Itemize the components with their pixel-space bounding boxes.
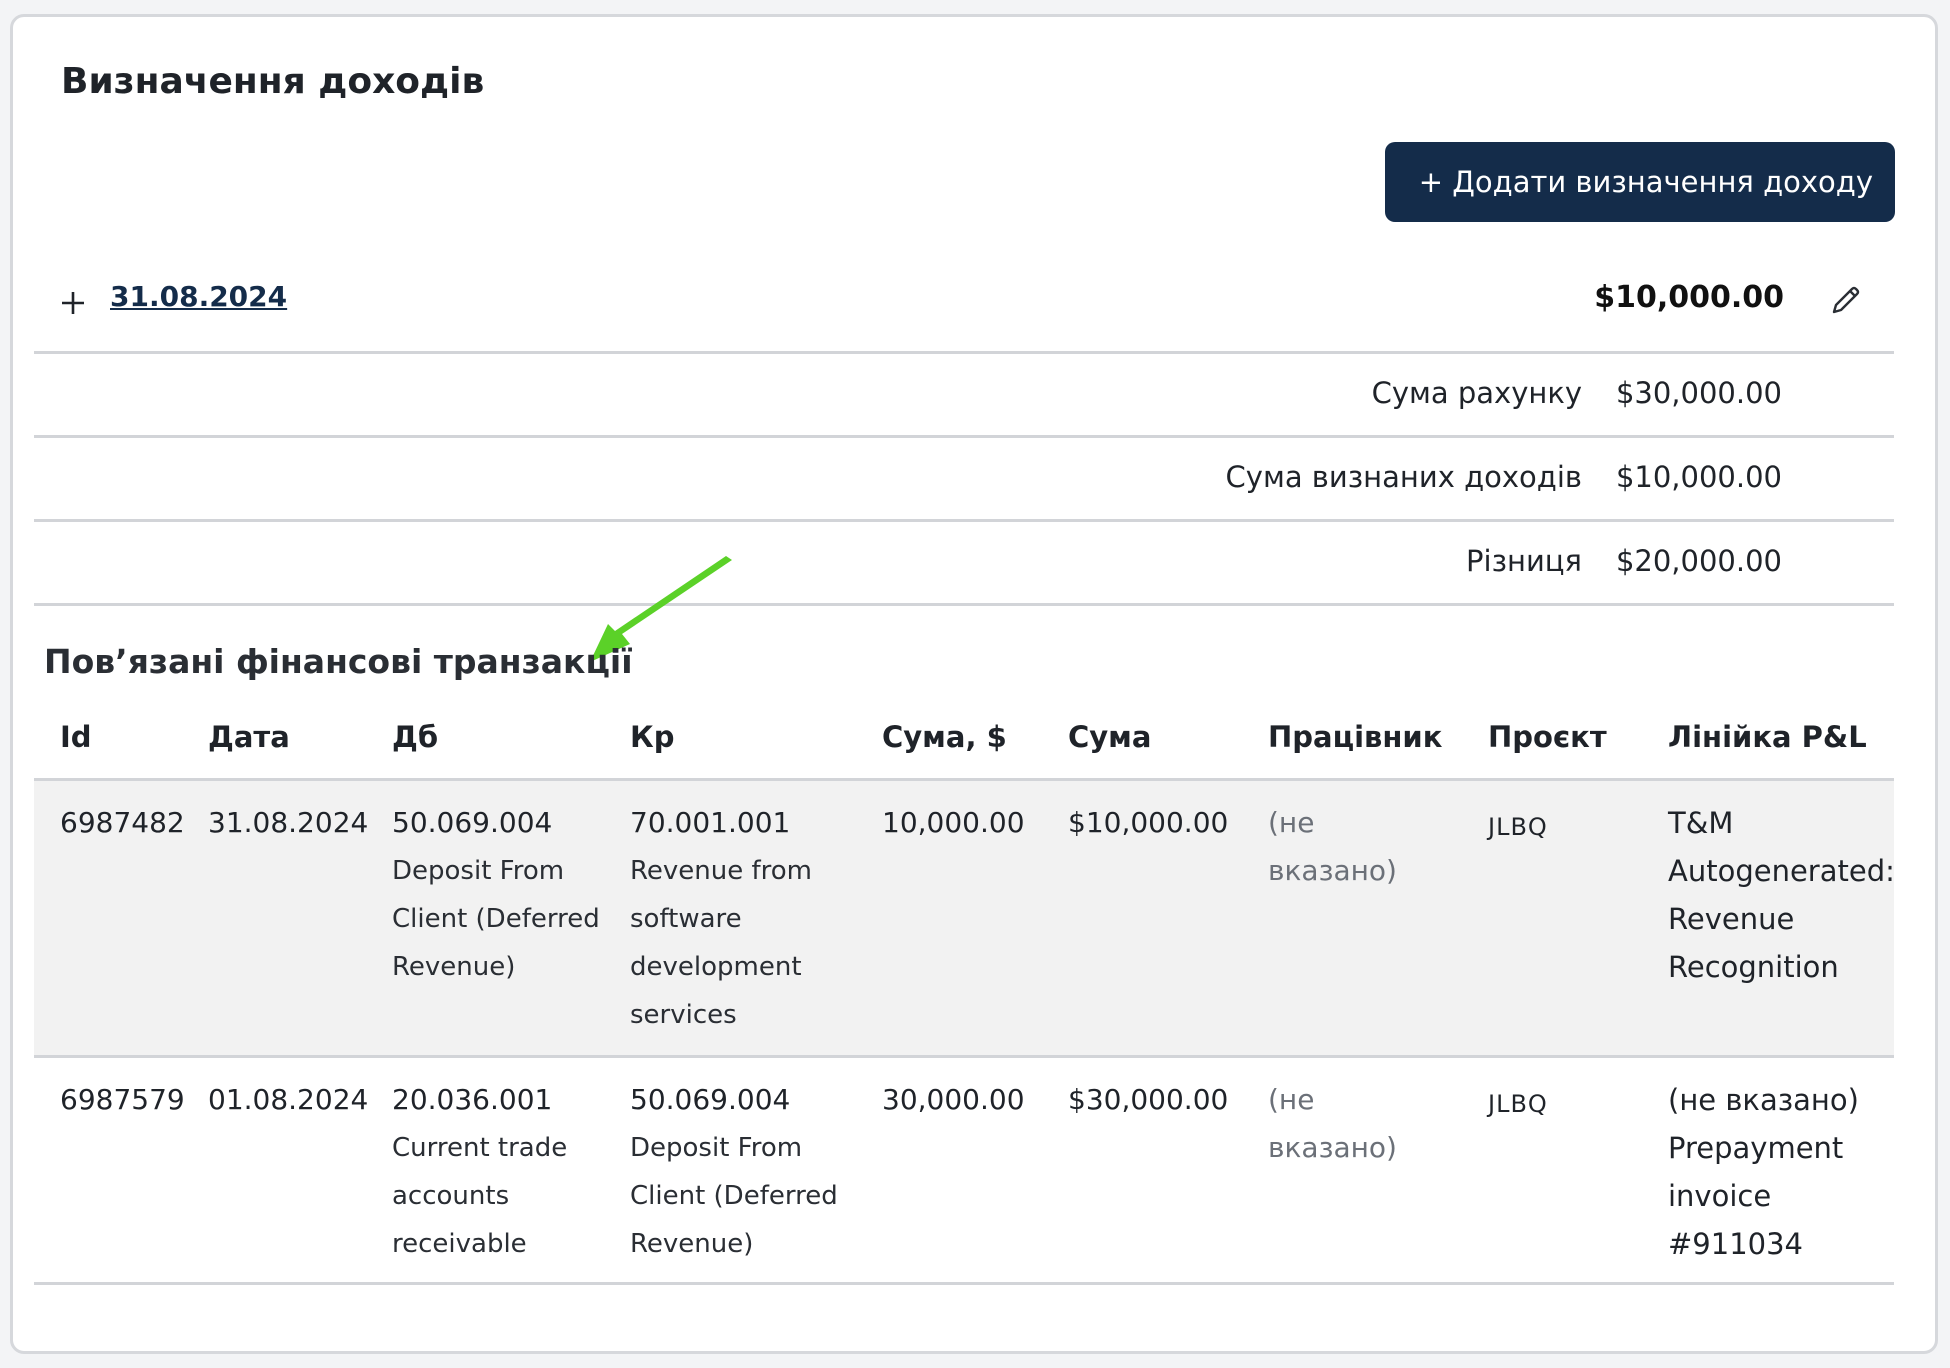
summary-row-invoice-total: Сума рахунку $30,000.00 bbox=[34, 354, 1894, 434]
transactions-header-row: Id Дата Дб Кр Сума, $ Сума Працівник Про… bbox=[34, 710, 1894, 780]
summary-label: Сума визнаних доходів bbox=[1225, 460, 1582, 494]
transactions-title: Пов’язані фінансові транзакції bbox=[44, 642, 633, 681]
cell-amount: $30,000.00 bbox=[1068, 1083, 1229, 1116]
add-revenue-recognition-button[interactable]: + Додати визначення доходу bbox=[1384, 142, 1895, 222]
divider bbox=[34, 1282, 1894, 1285]
pl-line-value: (не вказано) bbox=[1668, 1083, 1859, 1117]
summary-value: $20,000.00 bbox=[1615, 544, 1782, 578]
pl-line-note: Prepayment invoice #911034 bbox=[1668, 1131, 1844, 1261]
cell-project: JLBQ bbox=[1488, 813, 1548, 841]
table-row[interactable]: 6987482 31.08.2024 50.069.004 Deposit Fr… bbox=[34, 781, 1895, 1055]
column-header-project[interactable]: Проєкт bbox=[1488, 720, 1607, 754]
cell-amount: $10,000.00 bbox=[1068, 806, 1229, 839]
cell-pl-line: T&M Autogenerated: Revenue Recognition bbox=[1668, 799, 1895, 991]
cell-credit: 70.001.001 Revenue from software develop… bbox=[630, 799, 850, 1039]
cell-id: 6987482 bbox=[60, 806, 185, 839]
credit-name: Revenue from software development servic… bbox=[630, 856, 812, 1030]
page-title: Визначення доходів bbox=[61, 61, 485, 102]
credit-code: 70.001.001 bbox=[630, 806, 791, 839]
debit-name: Deposit From Client (Deferred Revenue) bbox=[392, 856, 600, 982]
pl-line-note: T&M Autogenerated: Revenue Recognition bbox=[1668, 806, 1895, 984]
column-header-date[interactable]: Дата bbox=[208, 720, 290, 754]
table-row[interactable]: 6987579 01.08.2024 20.036.001 Current tr… bbox=[34, 1058, 1894, 1282]
cell-amount-usd: 30,000.00 bbox=[882, 1083, 1025, 1116]
cell-date: 01.08.2024 bbox=[208, 1083, 369, 1116]
summary-value: $30,000.00 bbox=[1615, 376, 1782, 410]
summary-label: Сума рахунку bbox=[1371, 376, 1582, 410]
cell-id: 6987579 bbox=[60, 1083, 185, 1116]
cell-employee: (не вказано) bbox=[1268, 1083, 1397, 1164]
column-header-amount[interactable]: Сума bbox=[1068, 720, 1151, 754]
cell-pl-line: (не вказано) Prepayment invoice #911034 bbox=[1668, 1076, 1892, 1268]
recognition-amount: $10,000.00 bbox=[1594, 280, 1784, 315]
summary-label: Різниця bbox=[1466, 544, 1582, 578]
column-header-employee[interactable]: Працівник bbox=[1268, 720, 1442, 754]
credit-code: 50.069.004 bbox=[630, 1083, 791, 1116]
cell-debit: 20.036.001 Current trade accounts receiv… bbox=[392, 1076, 612, 1268]
summary-value: $10,000.00 bbox=[1615, 460, 1782, 494]
cell-date: 31.08.2024 bbox=[208, 806, 369, 839]
cell-employee: (не вказано) bbox=[1268, 806, 1397, 887]
cell-debit: 50.069.004 Deposit From Client (Deferred… bbox=[392, 799, 612, 991]
debit-name: Current trade accounts receivable bbox=[392, 1133, 568, 1259]
cell-amount-usd: 10,000.00 bbox=[882, 806, 1025, 839]
cell-project: JLBQ bbox=[1488, 1090, 1548, 1118]
column-header-credit[interactable]: Кр bbox=[630, 720, 674, 754]
recognition-date-link[interactable]: 31.08.2024 bbox=[110, 280, 287, 313]
summary-row-difference: Різниця $20,000.00 bbox=[34, 522, 1894, 602]
plus-icon[interactable] bbox=[60, 290, 86, 316]
column-header-debit[interactable]: Дб bbox=[392, 720, 438, 754]
pencil-icon[interactable] bbox=[1826, 282, 1864, 320]
add-revenue-recognition-label: + Додати визначення доходу bbox=[1418, 165, 1873, 199]
column-header-amount-usd[interactable]: Сума, $ bbox=[882, 720, 1007, 754]
debit-code: 50.069.004 bbox=[392, 806, 553, 839]
recognition-entry-row: plus 31.08.2024 $10,000.00 bbox=[34, 268, 1894, 338]
credit-name: Deposit From Client (Deferred Revenue) bbox=[630, 1133, 838, 1259]
column-header-pl-line[interactable]: Лінійка P&L bbox=[1668, 720, 1867, 754]
column-header-id[interactable]: Id bbox=[60, 720, 92, 754]
summary-row-recognized-total: Сума визнаних доходів $10,000.00 bbox=[34, 438, 1894, 518]
debit-code: 20.036.001 bbox=[392, 1083, 553, 1116]
divider bbox=[34, 603, 1894, 606]
cell-credit: 50.069.004 Deposit From Client (Deferred… bbox=[630, 1076, 850, 1268]
